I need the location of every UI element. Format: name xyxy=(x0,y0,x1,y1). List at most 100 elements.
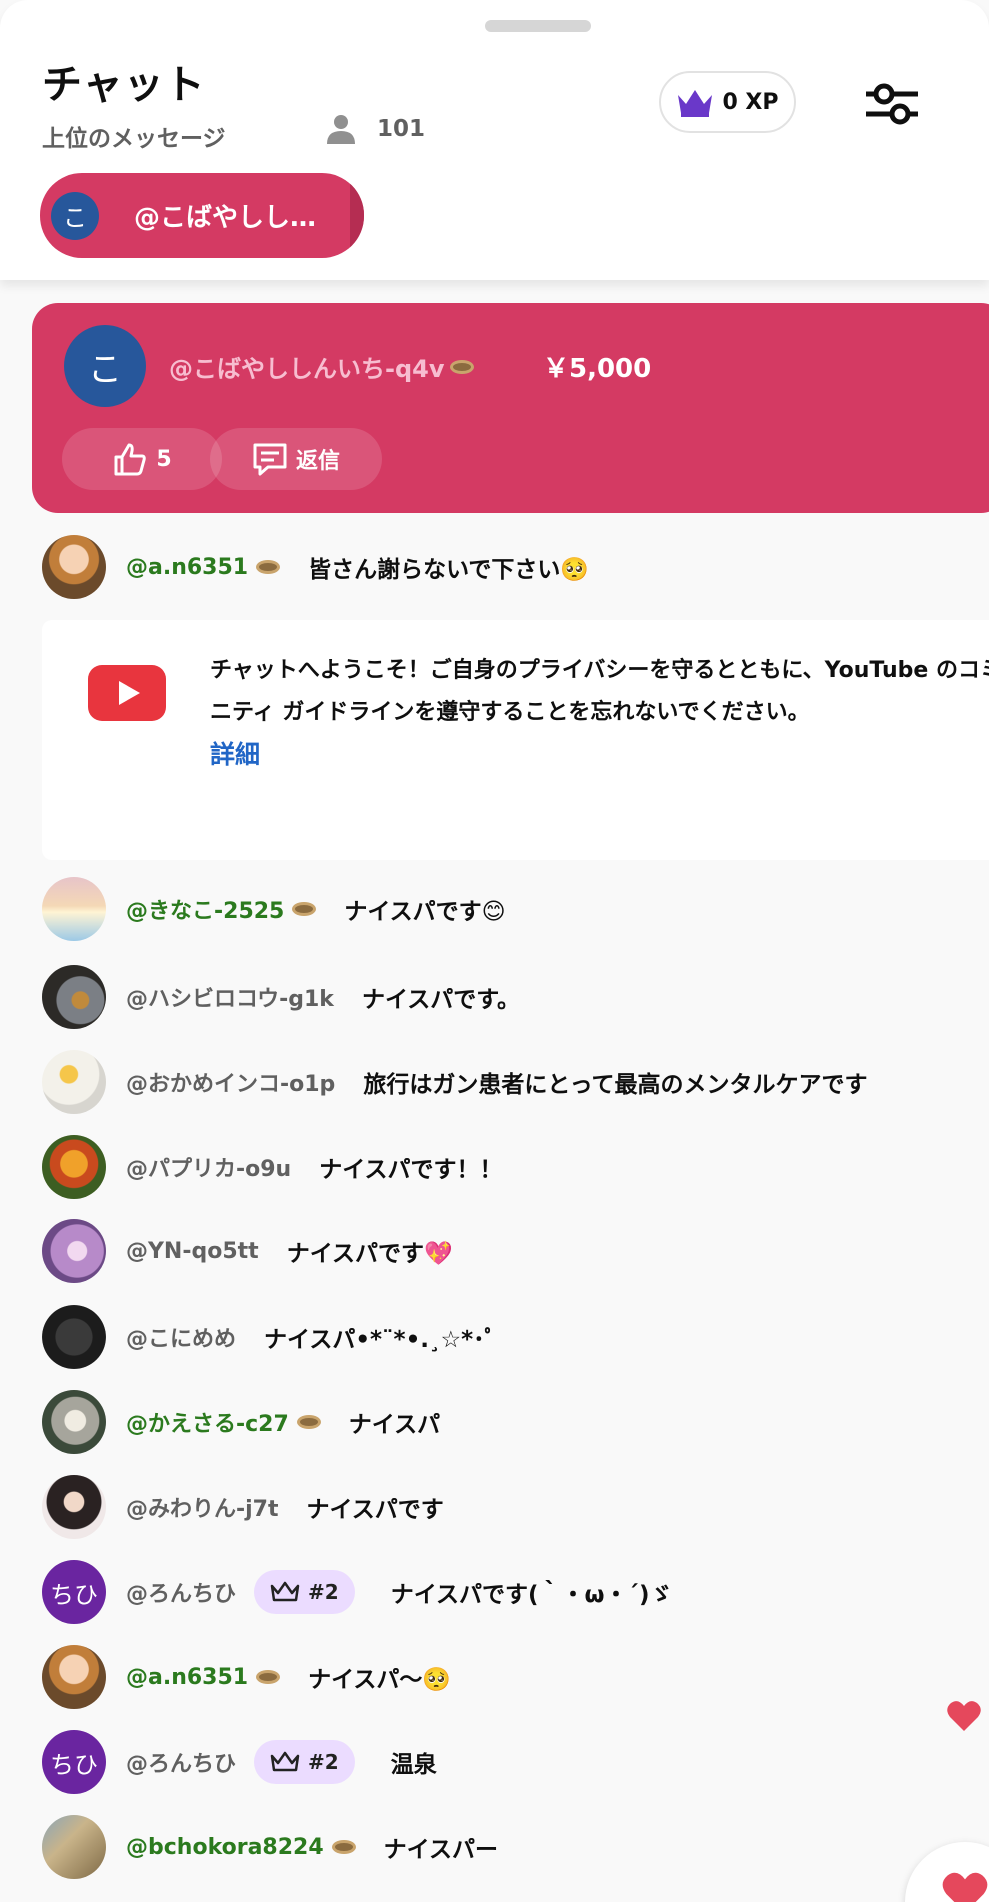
author-name: @YN-qo5tt xyxy=(126,1238,259,1264)
member-badge-icon xyxy=(450,359,475,374)
chat-message[interactable]: @みわりん-j7t ナイスパです xyxy=(42,1475,444,1539)
learn-more-link[interactable]: 詳細 xyxy=(210,735,260,771)
message-text: ナイスパです！！ xyxy=(319,1157,503,1183)
superchat-amount: ￥5,000 xyxy=(543,354,652,384)
chat-title: チャット xyxy=(42,62,206,108)
member-badge-icon xyxy=(331,1840,356,1854)
xp-label: 0 XP xyxy=(722,89,779,115)
viewer-count: 101 xyxy=(327,114,425,144)
leaderboard-rank-badge: #2 xyxy=(254,1570,355,1614)
avatar xyxy=(42,1645,106,1709)
message-text: ナイスパです。 xyxy=(361,987,520,1013)
avatar xyxy=(42,1390,106,1454)
person-icon xyxy=(327,115,355,144)
crown-icon xyxy=(270,1751,300,1772)
avatar xyxy=(42,1219,106,1283)
chat-message[interactable]: ちひ @ろんちひ #2 温泉 xyxy=(42,1730,437,1794)
superchat-author: @こばやししんいち-q4v xyxy=(169,349,475,384)
crown-icon xyxy=(270,1581,300,1602)
author-name-text: @かえさる-c27 xyxy=(126,1412,289,1437)
chat-message[interactable]: ちひ @ろんちひ #2 ナイスパです(｀・ω・´)ゞ xyxy=(42,1560,673,1624)
author-name: @ろんちひ xyxy=(126,1752,237,1777)
chat-message[interactable]: @ハシビロコウ-g1k ナイスパです。 xyxy=(42,965,520,1029)
author-name: @ろんちひ xyxy=(126,1582,237,1607)
message-text: 旅行はガン患者にとって最高のメンタルケアです xyxy=(363,1072,868,1098)
avatar xyxy=(42,535,106,599)
author-name: @きなこ-2525 xyxy=(126,893,317,925)
author-name-text: @a.n6351 xyxy=(126,554,249,580)
leaderboard-rank-badge: #2 xyxy=(254,1740,355,1784)
top-messages-selector[interactable]: 上位のメッセージ xyxy=(42,119,226,153)
avatar: こ xyxy=(64,325,146,407)
avatar: ちひ xyxy=(42,1730,106,1794)
crown-icon xyxy=(678,90,713,117)
member-badge-icon xyxy=(296,1415,321,1429)
author-name: @bchokora8224 xyxy=(126,1835,356,1860)
avatar xyxy=(42,965,106,1029)
author-name: @ハシビロコウ-g1k xyxy=(126,987,334,1012)
chat-message[interactable]: @かえさる-c27 ナイスパ xyxy=(42,1390,440,1454)
avatar xyxy=(42,1815,106,1879)
pinned-name: @こばやしし… xyxy=(134,203,317,233)
welcome-text: チャットへようこそ！ご自身のプライバシーを守るとともに、YouTube のコミュ… xyxy=(210,658,989,725)
superchat-author-name: @こばやししんいち-q4v xyxy=(169,355,445,383)
drag-handle[interactable] xyxy=(485,20,591,32)
chat-header: チャット 上位のメッセージ 101 0 XP こ @こばやしし… xyxy=(0,0,989,280)
avatar: こ xyxy=(51,191,99,240)
reaction-button[interactable] xyxy=(905,1842,989,1902)
message-text: ナイスパです😊 xyxy=(344,899,506,925)
chat-message[interactable]: @bchokora8224 ナイスパー xyxy=(42,1815,498,1879)
heart-icon xyxy=(947,1701,981,1731)
heart-icon xyxy=(942,1872,988,1902)
message-text: ナイスパ•*¨*•.¸☆*･ﾟ xyxy=(264,1327,497,1353)
member-badge-icon xyxy=(256,1670,281,1684)
chat-message[interactable]: @パプリカ-o9u ナイスパです！！ xyxy=(42,1135,503,1199)
chat-message[interactable]: @YN-qo5tt ナイスパです💖 xyxy=(42,1219,453,1283)
author-name-text: @bchokora8224 xyxy=(126,1834,324,1860)
chat-message[interactable]: @a.n6351 ナイスパ〜🥺 xyxy=(42,1645,451,1709)
message-text: ナイスパです💖 xyxy=(286,1241,453,1267)
avatar xyxy=(42,1135,106,1199)
message-text: 温泉 xyxy=(390,1752,437,1778)
author-name: @a.n6351 xyxy=(126,554,281,580)
avatar xyxy=(42,1475,106,1539)
message-text: ナイスパ〜🥺 xyxy=(308,1667,452,1693)
author-name-text: @きなこ-2525 xyxy=(126,899,285,924)
author-name: @パプリカ-o9u xyxy=(126,1157,292,1182)
rank-label: #2 xyxy=(308,1750,339,1774)
avatar: ちひ xyxy=(42,1560,106,1624)
author-name: @おかめインコ-o1p xyxy=(126,1072,336,1097)
message-text: ナイスパです(｀・ω・´)ゞ xyxy=(390,1582,673,1608)
welcome-card: チャットへようこそ！ご自身のプライバシーを守るとともに、YouTube のコミュ… xyxy=(42,620,989,860)
message-text: ナイスパ xyxy=(348,1412,441,1438)
author-name-text: @a.n6351 xyxy=(126,1664,249,1690)
avatar xyxy=(42,877,106,941)
reply-label: 返信 xyxy=(295,449,340,474)
message-text: 皆さん謝らないで下さい🥺 xyxy=(308,557,590,583)
author-name: @かえさる-c27 xyxy=(126,1406,321,1438)
reply-button[interactable]: 返信 xyxy=(210,428,382,490)
author-name: @a.n6351 xyxy=(126,1664,281,1690)
author-name: @みわりん-j7t xyxy=(126,1497,279,1522)
reply-icon xyxy=(253,443,287,476)
sliders-icon xyxy=(866,83,918,125)
youtube-logo-icon xyxy=(88,665,166,721)
member-badge-icon xyxy=(256,560,281,574)
like-count: 5 xyxy=(156,446,172,472)
filter-settings-button[interactable] xyxy=(858,70,926,138)
message-text: ナイスパー xyxy=(383,1837,498,1863)
xp-button[interactable]: 0 XP xyxy=(659,71,796,133)
like-button[interactable]: 5 xyxy=(62,428,222,490)
chat-message[interactable]: @きなこ-2525 ナイスパです😊 xyxy=(42,877,506,941)
superchat-message[interactable]: こ @こばやししんいち-q4v ￥5,000 5 返信 xyxy=(32,303,989,513)
viewer-count-value: 101 xyxy=(377,116,426,142)
chat-message[interactable]: @a.n6351 皆さん謝らないで下さい🥺 xyxy=(42,535,589,599)
member-badge-icon xyxy=(292,902,317,916)
chat-message[interactable]: @おかめインコ-o1p 旅行はガン患者にとって最高のメンタルケアです xyxy=(42,1050,867,1114)
rank-label: #2 xyxy=(308,1580,339,1604)
avatar xyxy=(42,1050,106,1114)
avatar xyxy=(42,1305,106,1369)
ticker-progress xyxy=(350,173,364,258)
chat-message[interactable]: @こにめめ ナイスパ•*¨*•.¸☆*･ﾟ xyxy=(42,1305,496,1369)
pinned-superchat-ticker[interactable]: こ @こばやしし… xyxy=(40,173,364,258)
